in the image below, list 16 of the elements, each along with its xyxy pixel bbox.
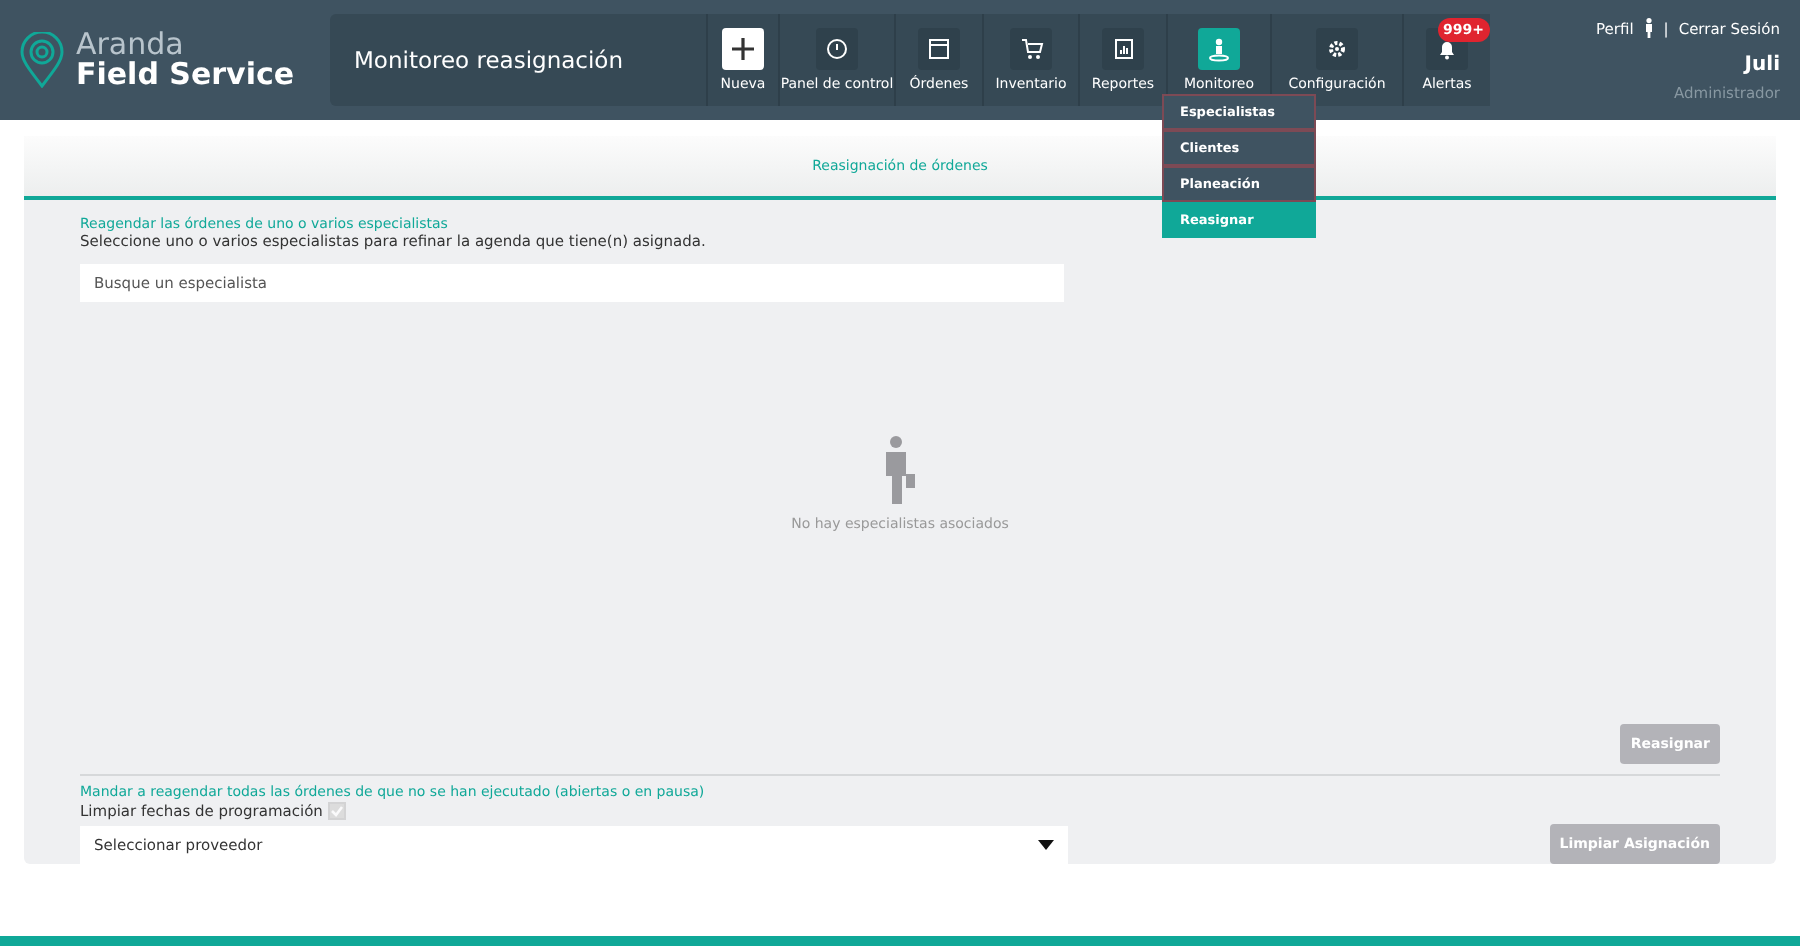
caret-icon	[1038, 839, 1054, 849]
page-title: Monitoreo reasignación	[330, 14, 706, 106]
brand-product: Field Service	[76, 60, 295, 90]
person-icon	[1643, 18, 1654, 38]
bell-icon	[1436, 38, 1458, 60]
person-icon	[1208, 37, 1230, 61]
location-pin-logo-icon	[20, 32, 64, 88]
user-name: Juli	[1744, 54, 1780, 76]
brand-name: Aranda	[76, 30, 184, 60]
plus-icon	[730, 36, 756, 62]
person-with-briefcase-icon	[884, 435, 916, 503]
gauge-icon	[826, 38, 848, 60]
gear-icon	[1326, 38, 1348, 60]
report-icon	[1113, 38, 1133, 60]
window-icon	[928, 38, 950, 60]
cart-icon	[1019, 38, 1043, 60]
